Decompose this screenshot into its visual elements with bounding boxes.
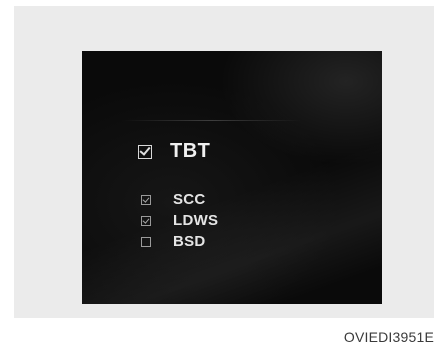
- checkbox-unchecked-icon[interactable]: [141, 236, 151, 247]
- option-bsd[interactable]: BSD: [141, 233, 206, 250]
- divider-line: [122, 120, 302, 121]
- figure-code: OVIEDI3951E: [343, 329, 434, 345]
- option-label: SCC: [173, 191, 206, 208]
- checkbox-checked-icon[interactable]: [141, 215, 151, 226]
- display-screen: TBT SCC LDWS BSD: [82, 51, 382, 304]
- option-label: BSD: [173, 233, 206, 250]
- option-label: LDWS: [173, 212, 219, 229]
- option-tbt[interactable]: TBT: [138, 140, 210, 163]
- option-label: TBT: [170, 140, 211, 162]
- option-scc[interactable]: SCC: [141, 191, 206, 208]
- checkbox-checked-icon[interactable]: [141, 194, 151, 205]
- checkbox-checked-icon[interactable]: [138, 143, 152, 159]
- option-ldws[interactable]: LDWS: [141, 212, 218, 229]
